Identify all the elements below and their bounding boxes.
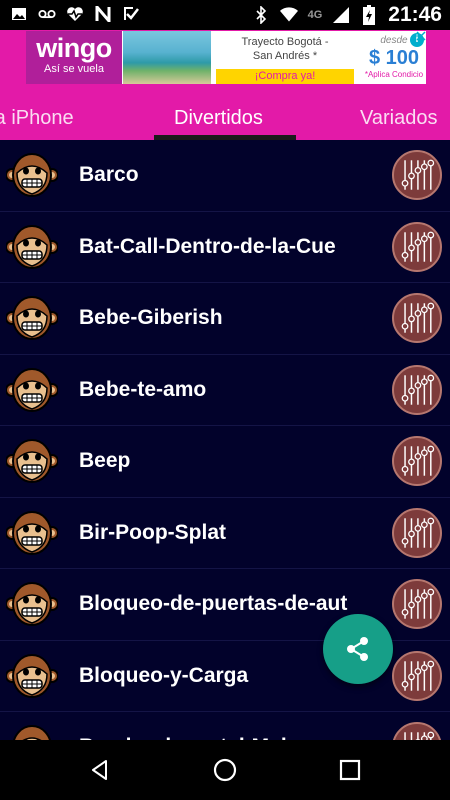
- equalizer-icon: [394, 367, 440, 418]
- equalizer-button[interactable]: [392, 579, 442, 629]
- equalizer-icon: [394, 510, 440, 561]
- heart-pulse-icon: [66, 5, 84, 23]
- ad-slogan: Así se vuela: [44, 63, 104, 75]
- ad-content[interactable]: wingo Así se vuela Trayecto Bogotá - San…: [26, 31, 426, 84]
- sound-name: Beep: [79, 449, 131, 472]
- equalizer-icon: [394, 724, 440, 740]
- check-box-icon: [122, 5, 140, 23]
- list-item[interactable]: Bombo-de-metal-Mala: [0, 712, 450, 740]
- list-item[interactable]: Bebe-Giberish: [0, 283, 450, 355]
- share-icon: [347, 637, 368, 661]
- sound-name: Bombo-de-metal-Mala: [79, 712, 298, 740]
- ad-beach-image: [123, 31, 211, 84]
- list-item[interactable]: Beep: [0, 426, 450, 498]
- sound-name: Bebe-te-amo: [79, 377, 207, 401]
- sound-name: Bat-Call-Dentro-de-la-Cue: [79, 234, 336, 258]
- equalizer-button[interactable]: [392, 364, 442, 418]
- recents-icon: [339, 759, 361, 781]
- equalizer-button[interactable]: [392, 650, 442, 704]
- battery-charging-icon: [360, 5, 378, 25]
- equalizer-icon: [394, 152, 440, 203]
- list-item[interactable]: Bat-Call-Dentro-de-la-Cue: [0, 212, 450, 283]
- equalizer-icon: [394, 581, 440, 632]
- home-button[interactable]: [212, 757, 238, 783]
- sound-name: Bloqueo-y-Carga: [79, 663, 249, 687]
- equalizer-button[interactable]: [392, 293, 442, 343]
- monkey-icon: [5, 652, 59, 700]
- ad-brand: wingo: [36, 33, 112, 63]
- ad-route-line2: San Andrés *: [252, 50, 318, 62]
- clock: 21:46: [388, 3, 442, 26]
- monkey-icon: [5, 437, 59, 485]
- navigation-bar: [0, 740, 450, 800]
- list-item[interactable]: Barco: [0, 140, 450, 212]
- bluetooth-icon: [252, 6, 270, 24]
- tab-bar: ra iPhone Divertidos Variados: [0, 85, 450, 140]
- recents-button[interactable]: [337, 757, 363, 783]
- monkey-icon: [6, 723, 58, 740]
- image-icon: [10, 5, 28, 23]
- list-item[interactable]: Bebe-te-amo: [0, 355, 450, 426]
- ad-banner[interactable]: wingo Así se vuela Trayecto Bogotá - San…: [0, 30, 450, 85]
- monkey-icon: [5, 151, 59, 199]
- equalizer-icon: [394, 653, 440, 704]
- share-button[interactable]: [323, 614, 393, 684]
- wifi-icon: [279, 6, 298, 24]
- equalizer-icon: [394, 295, 440, 346]
- monkey-icon: [5, 294, 59, 342]
- ad-route: Trayecto Bogotá - San Andrés *: [216, 35, 354, 63]
- tab-variados[interactable]: Variados: [360, 85, 437, 140]
- monkey-icon: [5, 366, 59, 414]
- ad-conditions: *Aplica Condicio: [364, 70, 424, 79]
- ad-logo: wingo Así se vuela: [26, 31, 122, 84]
- equalizer-icon: [394, 224, 440, 275]
- tab-iphone[interactable]: ra iPhone: [0, 85, 74, 140]
- equalizer-icon: [394, 438, 440, 489]
- monkey-icon: [5, 509, 59, 557]
- voicemail-icon: [38, 5, 56, 23]
- close-icon[interactable]: [416, 31, 426, 42]
- sound-name: Barco: [79, 163, 139, 186]
- equalizer-button[interactable]: [392, 722, 442, 740]
- signal-icon: [332, 6, 350, 24]
- n-logo-icon: [94, 5, 112, 23]
- network-type: 4G: [307, 9, 323, 21]
- sound-name: Bebe-Giberish: [79, 306, 223, 329]
- equalizer-button[interactable]: [392, 150, 442, 200]
- ad-route-line1: Trayecto Bogotá -: [241, 36, 329, 48]
- monkey-icon: [5, 580, 59, 628]
- status-bar: 4G 21:46: [0, 0, 450, 30]
- home-icon: [213, 758, 237, 782]
- ad-price-amount: $ 100: [368, 47, 420, 69]
- tab-divertidos[interactable]: Divertidos: [174, 85, 263, 140]
- equalizer-button[interactable]: [392, 221, 442, 275]
- sound-name: Bir-Poop-Splat: [79, 520, 226, 544]
- sound-name: Bloqueo-de-puertas-de-aut: [79, 592, 348, 615]
- equalizer-button[interactable]: [392, 436, 442, 486]
- list-item[interactable]: Bir-Poop-Splat: [0, 498, 450, 569]
- back-button[interactable]: [87, 757, 113, 783]
- equalizer-button[interactable]: [392, 507, 442, 561]
- back-icon: [92, 760, 107, 780]
- monkey-icon: [5, 223, 59, 271]
- ad-cta-button[interactable]: ¡Compra ya!: [216, 69, 354, 84]
